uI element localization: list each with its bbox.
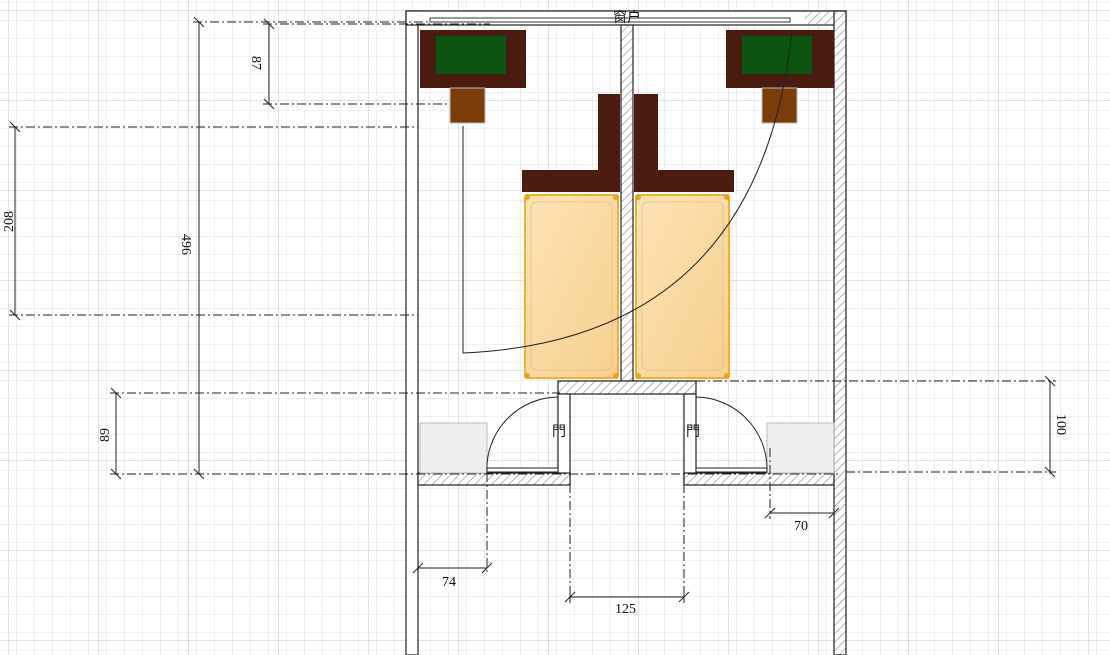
dim-100-text: 100: [1053, 414, 1068, 435]
cabinet-left[interactable]: [419, 422, 488, 474]
bottom-wall-left[interactable]: [417, 472, 571, 486]
partition-base[interactable]: [557, 380, 697, 395]
partition-wall[interactable]: [620, 24, 634, 382]
dim-70-text: 70: [794, 519, 808, 534]
dim-89-text: 89: [98, 428, 113, 442]
floor-plan-canvas[interactable]: 窗户 門 門 87 208 496 89 100 74 125 70: [0, 0, 1110, 655]
cabinet-right[interactable]: [766, 422, 835, 474]
dim-87-text: 87: [248, 56, 263, 70]
door-left-label: 門: [552, 424, 566, 440]
desk-right-monitor: [742, 36, 812, 74]
door-right-label: 門: [686, 424, 700, 440]
right-wall[interactable]: [833, 10, 847, 655]
wardrobe-left-post[interactable]: [598, 94, 620, 170]
dim-125-text: 125: [615, 602, 636, 617]
window[interactable]: [429, 17, 791, 23]
dim-74-text: 74: [442, 575, 456, 590]
wardrobe-left-bar[interactable]: [522, 170, 620, 192]
chair-left[interactable]: [449, 87, 486, 124]
desk-left-monitor: [436, 36, 506, 74]
window-label: 窗户: [613, 9, 641, 26]
wardrobe-right-bar[interactable]: [634, 170, 734, 192]
bottom-wall-right[interactable]: [683, 472, 835, 486]
bed-left[interactable]: [524, 194, 619, 379]
bed-right[interactable]: [635, 194, 730, 379]
dim-496-text: 496: [178, 234, 193, 255]
left-wall[interactable]: [405, 10, 419, 655]
dim-208-text: 208: [2, 211, 17, 232]
wardrobe-right-post[interactable]: [634, 94, 658, 170]
